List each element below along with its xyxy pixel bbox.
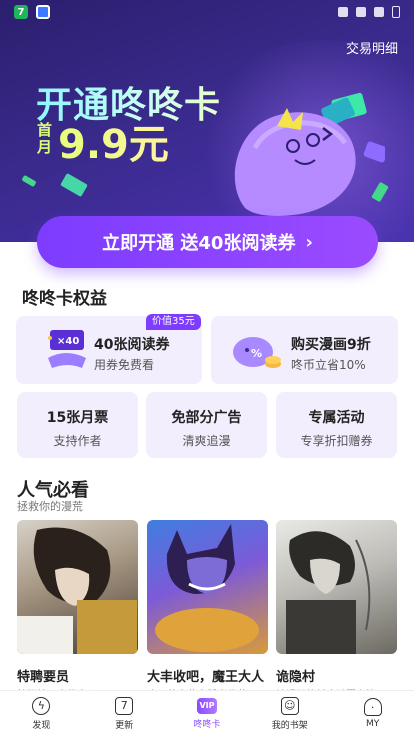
benefit-title-events: 专属活动 <box>308 410 365 426</box>
benefits-title: 咚咚卡权益 <box>22 289 107 309</box>
benefit-title-monthly-tickets: 15张月票 <box>46 410 109 426</box>
decor-ribbon-icon <box>21 174 37 188</box>
tab-label-vip-card: 咚咚卡 <box>193 719 221 730</box>
lightning-icon: ϟ <box>32 696 51 715</box>
wifi-icon <box>356 7 366 17</box>
mute-icon <box>338 7 348 17</box>
vip-icon: VIP <box>196 697 217 714</box>
tab-vip-card[interactable]: VIP 咚咚卡 <box>166 691 249 736</box>
tab-bookshelf[interactable]: ☺ 我的书架 <box>248 691 331 736</box>
comic-name-2[interactable]: 大丰收吧，魔王大人 <box>147 666 264 685</box>
bottom-tab-bar: ϟ 发现 7 更新 VIP 咚咚卡 ☺ 我的书架 · MY <box>0 690 414 736</box>
value-tag: 价值35元 <box>146 314 201 330</box>
tab-updates[interactable]: 7 更新 <box>83 691 166 736</box>
open-vip-button[interactable]: 立即开通 送40张阅读券 › <box>37 216 378 268</box>
comic-cover-3[interactable] <box>276 520 397 654</box>
comic-cover-art-1 <box>17 527 137 654</box>
person-icon: · <box>363 698 382 716</box>
comic-cover-1[interactable] <box>17 520 138 654</box>
tab-discover[interactable]: ϟ 发现 <box>0 691 83 736</box>
signal-icon <box>374 7 384 17</box>
battery-icon <box>392 6 400 18</box>
mascot-illustration <box>234 92 385 216</box>
comic-cover-2[interactable] <box>147 520 268 654</box>
svg-text:%: % <box>251 347 262 360</box>
comic-name-1[interactable]: 特聘要员 <box>17 666 69 685</box>
tab-label-discover: 发现 <box>32 720 51 731</box>
benefit-card-monthly-tickets[interactable]: 15张月票 支持作者 <box>17 392 138 458</box>
transaction-details-link[interactable]: 交易明细 <box>346 38 398 57</box>
app-notification-icon: 7 <box>14 5 28 19</box>
benefit-card-discount[interactable]: % 购买漫画9折 咚币立省10% <box>211 316 398 384</box>
ticket-icon: ×40 <box>48 330 86 368</box>
tab-my[interactable]: · MY <box>331 691 414 736</box>
tab-label-my: MY <box>365 719 380 729</box>
hero-price: 9.9元 <box>58 112 169 170</box>
comic-cover-art-3 <box>286 531 371 654</box>
hero-banner: 7 交易明细 开通咚咚卡 首月 9.9元 <box>0 0 414 242</box>
chevron-right-icon: › <box>305 231 313 253</box>
tab-label-updates: 更新 <box>115 720 134 731</box>
bookshelf-icon: ☺ <box>280 696 299 715</box>
benefit-title-discount: 购买漫画9折 <box>291 337 371 353</box>
benefit-card-events[interactable]: 专属活动 专享折扣赠券 <box>276 392 397 458</box>
benefit-sub-discount: 咚币立省10% <box>291 358 366 372</box>
comic-name-3[interactable]: 诡隐村 <box>276 666 315 685</box>
hero-first-month-label: 首月 <box>37 121 53 156</box>
vip-card-page: 7 交易明细 开通咚咚卡 首月 9.9元 立即开通 送40张阅读券 › 咚咚卡权… <box>0 0 414 736</box>
svg-text:×40: ×40 <box>57 336 79 347</box>
open-vip-button-label: 立即开通 送40张阅读券 <box>102 233 296 254</box>
benefit-title-tickets: 40张阅读券 <box>94 337 170 353</box>
benefit-sub-events: 专享折扣赠券 <box>300 434 373 448</box>
calendar-icon: 7 <box>115 696 134 715</box>
comic-cover-art-2 <box>155 524 259 652</box>
app-notification-icon-2 <box>36 5 50 19</box>
popular-subtitle: 拯救你的漫荒 <box>17 500 83 513</box>
decor-ticket-icon <box>60 172 88 198</box>
benefit-title-no-ads: 免部分广告 <box>171 410 242 426</box>
benefit-sub-tickets: 用券免费看 <box>94 358 155 372</box>
status-bar: 7 <box>0 0 414 24</box>
piggy-bank-icon: % <box>233 337 281 368</box>
benefit-sub-monthly-tickets: 支持作者 <box>53 434 102 448</box>
benefit-card-no-ads[interactable]: 免部分广告 清爽追漫 <box>146 392 267 458</box>
benefit-sub-no-ads: 清爽追漫 <box>182 434 231 448</box>
tab-label-bookshelf: 我的书架 <box>271 720 308 731</box>
